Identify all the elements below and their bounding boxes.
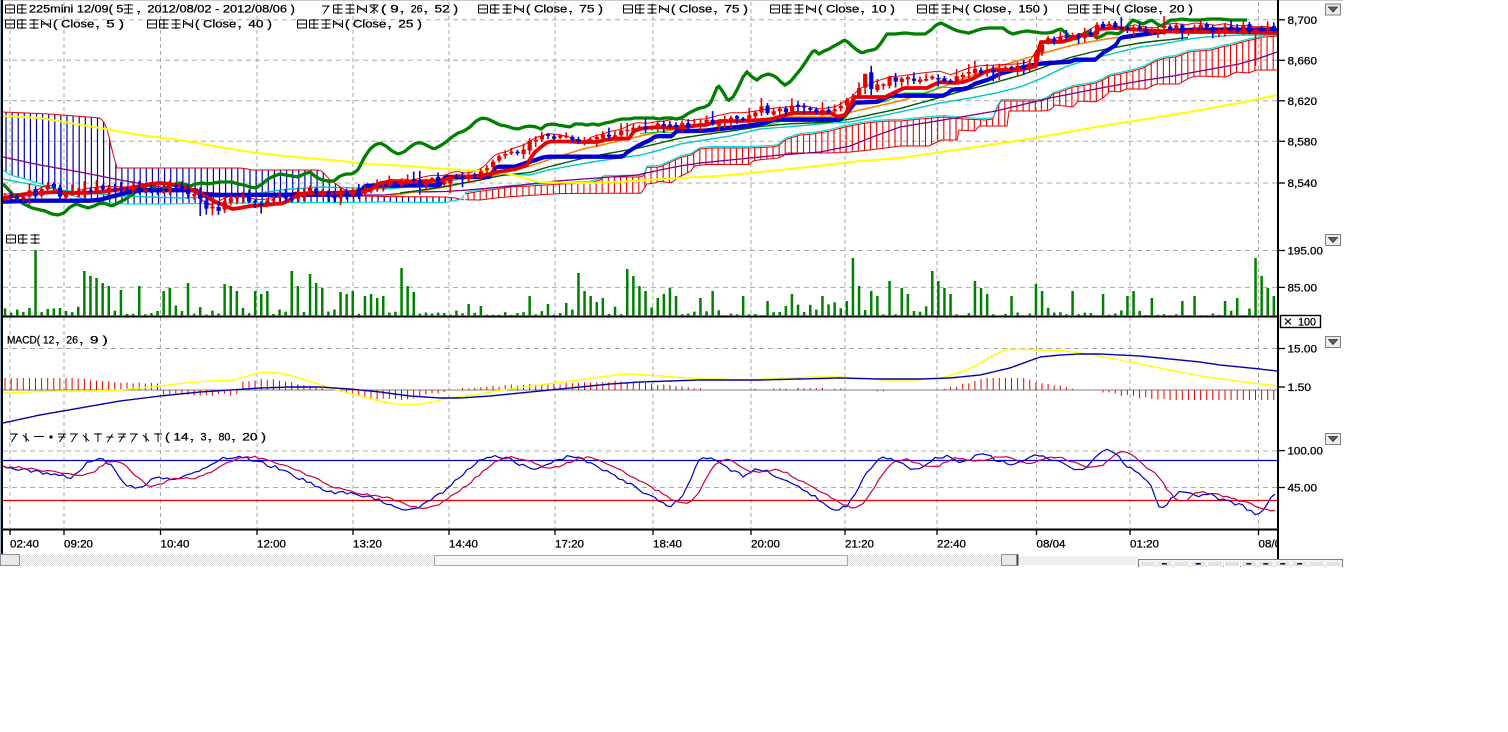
- svg-text:18:40: 18:40: [653, 539, 682, 551]
- svg-text:52 ): 52 ): [435, 4, 459, 16]
- svg-text:8,540: 8,540: [1288, 178, 1318, 190]
- svg-text:10 ): 10 ): [871, 4, 895, 16]
- svg-text:22:40: 22:40: [937, 539, 966, 551]
- svg-text:100: 100: [1298, 317, 1316, 329]
- svg-text:( Close: ( Close: [345, 19, 386, 31]
- svg-text:10:40: 10:40: [161, 539, 190, 551]
- svg-text:12:00: 12:00: [257, 539, 286, 551]
- svg-text:8,580: 8,580: [1288, 136, 1318, 148]
- svg-text:26: 26: [66, 335, 78, 347]
- svg-text:17:20: 17:20: [555, 539, 584, 551]
- svg-text:45.00: 45.00: [1288, 483, 1318, 495]
- svg-text:( 9: ( 9: [381, 4, 399, 16]
- svg-text:( Close: ( Close: [1116, 4, 1157, 16]
- svg-text:( Close: ( Close: [965, 4, 1006, 16]
- svg-text:MACD( 12: MACD( 12: [7, 335, 54, 347]
- svg-text:225mini 12/09( 5: 225mini 12/09( 5: [29, 4, 123, 16]
- svg-text:( Close: ( Close: [671, 4, 712, 16]
- svg-text:26: 26: [411, 4, 423, 16]
- svg-text:01:20: 01:20: [1130, 539, 1159, 551]
- svg-text:( Close: ( Close: [526, 4, 567, 16]
- svg-text:( Close: ( Close: [818, 4, 859, 16]
- svg-text:21:20: 21:20: [845, 539, 874, 551]
- svg-text:9 ): 9 ): [90, 335, 108, 347]
- svg-text:08/04: 08/04: [1037, 539, 1066, 551]
- svg-text:5 ): 5 ): [106, 19, 124, 31]
- svg-text:( Close: ( Close: [195, 19, 236, 31]
- svg-text:3: 3: [201, 432, 207, 444]
- svg-text:1.50: 1.50: [1288, 382, 1312, 394]
- svg-text:85.00: 85.00: [1288, 282, 1318, 294]
- svg-text:20 ): 20 ): [1169, 4, 1193, 16]
- svg-text:20:00: 20:00: [751, 539, 780, 551]
- svg-text:8,660: 8,660: [1288, 55, 1318, 67]
- svg-text:75 ): 75 ): [579, 4, 603, 16]
- svg-text:25 ): 25 ): [398, 19, 422, 31]
- svg-text:80: 80: [219, 432, 231, 444]
- svg-text:( Close: ( Close: [53, 19, 94, 31]
- svg-text:8,700: 8,700: [1288, 15, 1318, 27]
- svg-text:195.00: 195.00: [1288, 246, 1323, 258]
- svg-text:75 ): 75 ): [724, 4, 748, 16]
- svg-text:2012/08/02 - 2012/08/06 ): 2012/08/02 - 2012/08/06 ): [147, 4, 295, 16]
- svg-text:40 ): 40 ): [248, 19, 272, 31]
- svg-text:14:40: 14:40: [449, 539, 478, 551]
- svg-text:15.00: 15.00: [1288, 344, 1318, 356]
- svg-text:( 14: ( 14: [165, 432, 189, 444]
- svg-text:150 ): 150 ): [1018, 4, 1048, 16]
- svg-text:02:40: 02:40: [10, 539, 39, 551]
- svg-text:13:20: 13:20: [353, 539, 382, 551]
- svg-text:20 ): 20 ): [242, 432, 266, 444]
- svg-text:100.00: 100.00: [1288, 446, 1323, 458]
- svg-text:09:20: 09:20: [64, 539, 93, 551]
- svg-text:8,620: 8,620: [1288, 96, 1318, 108]
